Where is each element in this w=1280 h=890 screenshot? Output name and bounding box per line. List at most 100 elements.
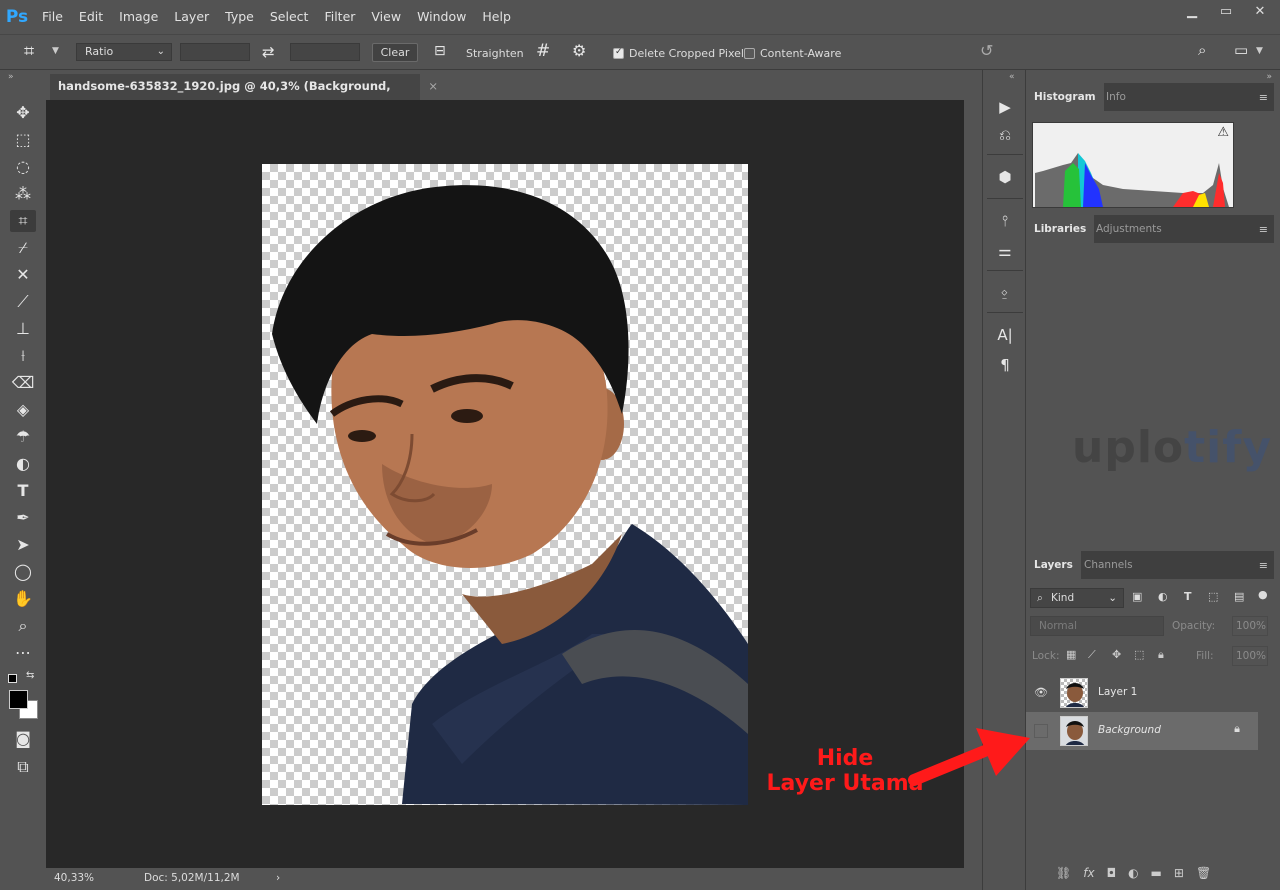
swap-colors-icon[interactable]: ⇆: [26, 670, 34, 681]
trash-icon[interactable]: 🗑︎: [1196, 866, 1211, 886]
3d-icon[interactable]: ⬢: [993, 166, 1017, 188]
menu-image[interactable]: Image: [111, 0, 166, 34]
crop-tool-icon[interactable]: ⌗: [10, 210, 36, 232]
opacity-field[interactable]: 100%: [1232, 616, 1268, 636]
tab-histogram[interactable]: Histogram: [1026, 83, 1104, 111]
width-field[interactable]: [180, 43, 250, 61]
ratio-select[interactable]: Ratio ⌄: [76, 43, 172, 61]
folder-icon[interactable]: ▬: [1151, 866, 1162, 886]
menu-select[interactable]: Select: [262, 0, 317, 34]
filter-pixel-icon[interactable]: ▣: [1132, 590, 1142, 603]
minimize-icon[interactable]: ▁: [1182, 2, 1202, 20]
lasso-tool-icon[interactable]: ◌: [10, 156, 36, 178]
straighten-label[interactable]: Straighten: [466, 47, 524, 60]
blend-mode-select[interactable]: Normal: [1030, 616, 1164, 636]
pen-tool-icon[interactable]: ✒: [10, 507, 36, 529]
collapse-icon[interactable]: »: [1266, 72, 1272, 82]
healing-tool-icon[interactable]: ✕: [10, 264, 36, 286]
delete-cropped-checkbox[interactable]: [613, 47, 624, 59]
dodge-tool-icon[interactable]: ◐: [10, 453, 36, 475]
chevron-down-icon[interactable]: ▼: [52, 46, 59, 56]
straighten-icon[interactable]: ⊟: [434, 43, 446, 59]
crop-tool-icon[interactable]: ⌗: [24, 41, 34, 62]
filter-shape-icon[interactable]: ⬚: [1208, 590, 1218, 603]
filter-smart-object-icon[interactable]: ▤: [1234, 590, 1244, 603]
blur-tool-icon[interactable]: ☂: [10, 426, 36, 448]
path-select-tool-icon[interactable]: ➤: [10, 534, 36, 556]
clone-source-icon[interactable]: ⍚: [993, 280, 1017, 302]
document-tab[interactable]: handsome-635832_1920.jpg @ 40,3% (Backgr…: [50, 74, 438, 117]
content-aware-checkbox[interactable]: [744, 48, 755, 59]
brush-tool-icon[interactable]: ⟋: [10, 291, 36, 313]
default-colors-icon[interactable]: [8, 674, 17, 683]
mask-icon[interactable]: ◘: [1107, 866, 1117, 886]
tab-info[interactable]: Info: [1098, 83, 1134, 111]
lock-icon[interactable]: 🔒︎: [1234, 722, 1240, 736]
swap-icon[interactable]: ⇄: [262, 43, 275, 61]
panel-menu-icon[interactable]: ≡: [1259, 559, 1268, 572]
history-icon[interactable]: ⎌: [993, 124, 1017, 146]
chevron-down-icon[interactable]: ▼: [1256, 46, 1263, 56]
collapse-icon[interactable]: «: [1009, 72, 1015, 82]
type-tool-icon[interactable]: T: [10, 480, 36, 502]
more-tools-icon[interactable]: ⋯: [10, 642, 36, 664]
brushes-icon[interactable]: ⫯: [993, 210, 1017, 232]
character-icon[interactable]: A|: [993, 324, 1017, 346]
layer-row-background[interactable]: Background 🔒︎: [1026, 712, 1258, 750]
paragraph-icon[interactable]: ¶: [993, 354, 1017, 376]
zoom-tool-icon[interactable]: ⌕: [10, 615, 36, 637]
maximize-icon[interactable]: ▭: [1216, 2, 1236, 20]
tab-layers[interactable]: Layers: [1026, 551, 1081, 579]
screen-mode-icon[interactable]: ⧉: [10, 756, 36, 778]
tab-libraries[interactable]: Libraries: [1026, 215, 1095, 243]
panel-menu-icon[interactable]: ≡: [1259, 91, 1268, 104]
close-icon[interactable]: ×: [428, 74, 438, 98]
lock-artboard-icon[interactable]: ⬚: [1134, 648, 1144, 661]
paint-bucket-tool-icon[interactable]: ◈: [10, 399, 36, 421]
filter-type-icon[interactable]: T: [1184, 590, 1192, 603]
warning-icon[interactable]: ⚠: [1217, 125, 1229, 140]
workspace-icon[interactable]: ▭: [1234, 41, 1248, 59]
layer-name[interactable]: Background: [1098, 724, 1161, 736]
grid-overlay-icon[interactable]: #: [536, 41, 550, 61]
tab-channels[interactable]: Channels: [1076, 551, 1141, 579]
chevron-right-icon[interactable]: ›: [276, 872, 280, 884]
history-brush-tool-icon[interactable]: ⟊: [10, 345, 36, 367]
panel-menu-icon[interactable]: ≡: [1259, 223, 1268, 236]
lock-transparent-icon[interactable]: ▦: [1066, 648, 1076, 661]
close-icon[interactable]: ✕: [1250, 2, 1270, 20]
eye-icon[interactable]: 👁︎: [1034, 686, 1048, 700]
menu-file[interactable]: File: [34, 0, 71, 34]
menu-window[interactable]: Window: [409, 0, 474, 34]
foreground-color-swatch[interactable]: [9, 690, 28, 709]
stamp-tool-icon[interactable]: ⊥: [10, 318, 36, 340]
clear-button[interactable]: Clear: [372, 43, 418, 62]
layer-filter-kind[interactable]: ⌕ Kind ⌄: [1030, 588, 1124, 608]
lock-position-icon[interactable]: ✥: [1112, 648, 1121, 661]
menu-view[interactable]: View: [363, 0, 409, 34]
filter-adjustment-icon[interactable]: ◐: [1158, 590, 1168, 603]
menu-edit[interactable]: Edit: [71, 0, 111, 34]
layer-row-layer-1[interactable]: 👁︎ Layer 1: [1026, 674, 1258, 712]
reset-icon[interactable]: ↺: [980, 41, 993, 60]
menu-help[interactable]: Help: [474, 0, 519, 34]
search-icon[interactable]: ⌕: [1198, 41, 1206, 59]
play-action-icon[interactable]: ▶: [993, 96, 1017, 118]
height-field[interactable]: [290, 43, 360, 61]
filter-toggle-icon[interactable]: ●: [1258, 588, 1268, 601]
new-layer-icon[interactable]: ⊞: [1174, 866, 1184, 886]
menu-type[interactable]: Type: [217, 0, 262, 34]
properties-icon[interactable]: ⚌: [993, 240, 1017, 262]
fx-icon[interactable]: fx: [1083, 866, 1094, 886]
lock-all-icon[interactable]: 🔒︎: [1158, 648, 1164, 662]
adjustment-layer-icon[interactable]: ◐: [1128, 866, 1138, 886]
quick-mask-icon[interactable]: ◙: [10, 728, 36, 750]
move-tool-icon[interactable]: ✥: [10, 102, 36, 124]
lock-pixels-icon[interactable]: ⟋: [1088, 648, 1096, 662]
zoom-level[interactable]: 40,33%: [54, 872, 94, 884]
menu-layer[interactable]: Layer: [166, 0, 217, 34]
fill-field[interactable]: 100%: [1232, 646, 1268, 666]
gear-icon[interactable]: ⚙: [572, 41, 586, 60]
hand-tool-icon[interactable]: ✋: [10, 588, 36, 610]
menu-filter[interactable]: Filter: [316, 0, 363, 34]
